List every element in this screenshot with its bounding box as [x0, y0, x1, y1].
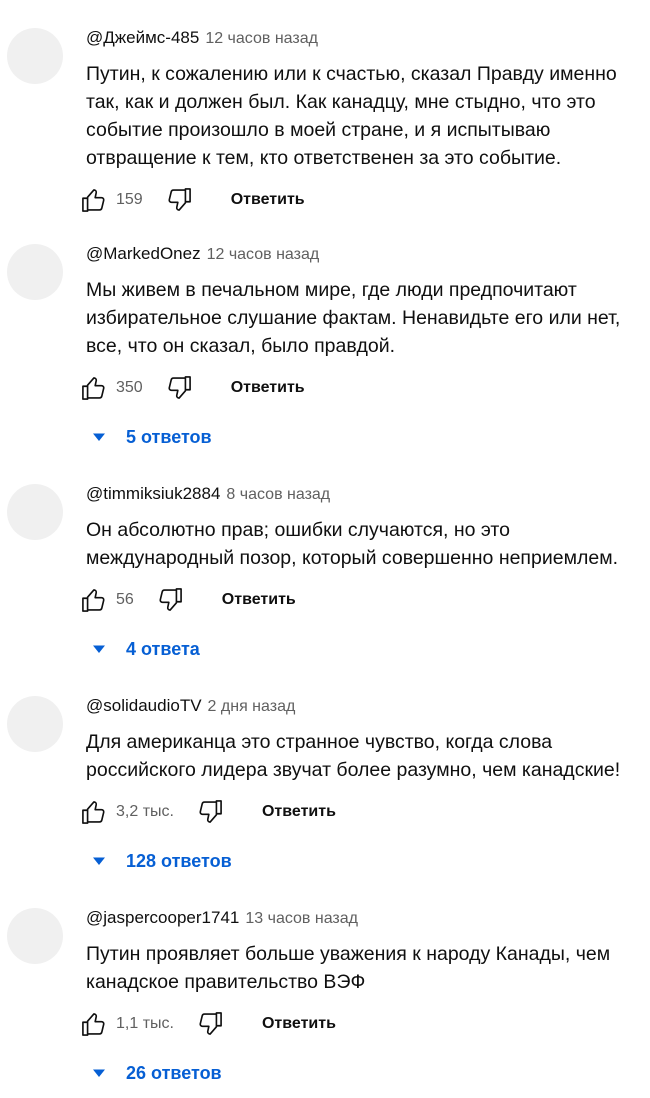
comment-text: Путин проявляет больше уважения к народу…: [86, 943, 611, 993]
reply-button[interactable]: Ответить: [222, 591, 296, 609]
comment-text: Мы живем в печальном мире, где люди пред…: [86, 279, 621, 357]
comment-header: @jaspercooper1741 13 часов назад: [86, 908, 358, 930]
comment-time[interactable]: 12 часов назад: [207, 246, 320, 263]
like-count: 56: [116, 591, 134, 608]
replies-count[interactable]: 26 ответов: [126, 1063, 222, 1084]
replies-count[interactable]: 128 ответов: [126, 851, 232, 872]
caret-down-icon: [92, 644, 106, 654]
like-count: 350: [116, 379, 143, 396]
comment-time[interactable]: 12 часов назад: [205, 30, 318, 47]
replies-count[interactable]: 5 ответов: [126, 427, 212, 448]
avatar[interactable]: [7, 28, 63, 84]
like-icon[interactable]: [80, 1010, 108, 1038]
reply-button[interactable]: Ответить: [262, 1015, 336, 1033]
dislike-icon[interactable]: [156, 586, 184, 614]
reply-button[interactable]: Ответить: [231, 191, 305, 209]
comment-author[interactable]: @timmiksiuk2884: [86, 484, 220, 503]
dislike-icon[interactable]: [165, 374, 193, 402]
replies-toggle[interactable]: 26 ответов: [92, 1060, 222, 1086]
caret-down-icon: [92, 1068, 106, 1078]
comment-header: @solidaudioTV 2 дня назад: [86, 696, 295, 718]
dislike-icon[interactable]: [196, 1010, 224, 1038]
like-icon[interactable]: [80, 186, 108, 214]
comment-actions: 56 Ответить: [80, 586, 296, 614]
comment-actions: 1,1 тыс. Ответить: [80, 1010, 336, 1038]
like-count: 159: [116, 191, 143, 208]
comment-header: @Джеймс-485 12 часов назад: [86, 28, 318, 50]
like-icon[interactable]: [80, 374, 108, 402]
comment-text: Он абсолютно прав; ошибки случаются, но …: [86, 519, 619, 569]
comment-header: @timmiksiuk2884 8 часов назад: [86, 484, 330, 506]
like-icon[interactable]: [80, 798, 108, 826]
avatar[interactable]: [7, 908, 63, 964]
reply-button[interactable]: Ответить: [231, 379, 305, 397]
like-count: 1,1 тыс.: [116, 1015, 174, 1032]
like-icon[interactable]: [80, 586, 108, 614]
replies-toggle[interactable]: 4 ответа: [92, 636, 200, 662]
comment-text: Для американца это странное чувство, ког…: [86, 731, 621, 781]
avatar[interactable]: [7, 244, 63, 300]
comment-header: @MarkedOnez 12 часов назад: [86, 244, 319, 266]
like-count: 3,2 тыс.: [116, 803, 174, 820]
replies-toggle[interactable]: 128 ответов: [92, 848, 232, 874]
comment-author[interactable]: @Джеймс-485: [86, 28, 199, 47]
comment-time[interactable]: 2 дня назад: [208, 698, 296, 715]
comment-actions: 350 Ответить: [80, 374, 305, 402]
avatar[interactable]: [7, 696, 63, 752]
comment-author[interactable]: @MarkedOnez: [86, 244, 201, 263]
caret-down-icon: [92, 432, 106, 442]
comment-time[interactable]: 13 часов назад: [245, 910, 358, 927]
avatar[interactable]: [7, 484, 63, 540]
caret-down-icon: [92, 856, 106, 866]
dislike-icon[interactable]: [165, 186, 193, 214]
comment-time[interactable]: 8 часов назад: [226, 486, 330, 503]
comment-author[interactable]: @jaspercooper1741: [86, 908, 239, 927]
dislike-icon[interactable]: [196, 798, 224, 826]
comment-text: Путин, к сожалению или к счастью, сказал…: [86, 63, 617, 169]
comment-actions: 159 Ответить: [80, 186, 305, 214]
reply-button[interactable]: Ответить: [262, 803, 336, 821]
comment-actions: 3,2 тыс. Ответить: [80, 798, 336, 826]
comment-author[interactable]: @solidaudioTV: [86, 696, 202, 715]
replies-toggle[interactable]: 5 ответов: [92, 424, 212, 450]
replies-count[interactable]: 4 ответа: [126, 639, 200, 660]
